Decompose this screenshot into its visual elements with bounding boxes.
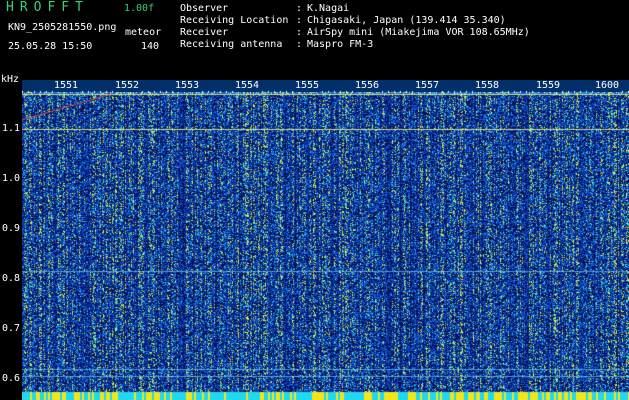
app-version: 1.00f — [124, 3, 155, 14]
time-axis-labels: 1551 1552 1553 1554 1555 1556 1557 1558 … — [22, 80, 629, 92]
time-tick: 1558 — [474, 80, 501, 92]
spectrogram-window: HROFFT 1.00f KN9_2505281550.png meteor 2… — [0, 0, 629, 400]
observer-separator: : — [296, 3, 303, 14]
frequency-tick: 0.6 — [2, 373, 21, 384]
antenna-value: Maspro FM-3 — [307, 39, 374, 50]
time-tick: 1556 — [354, 80, 381, 92]
receiver-label: Receiver — [180, 27, 229, 38]
time-tick: 1552 — [114, 80, 141, 92]
frequency-tick: 1.0 — [2, 173, 21, 184]
spectrogram-canvas — [22, 80, 629, 400]
location-separator: : — [296, 15, 303, 26]
frequency-tick: 0.9 — [2, 223, 21, 234]
antenna-separator: : — [296, 39, 303, 50]
frequency-tick: 1.1 — [2, 123, 21, 134]
location-value: Chigasaki, Japan (139.414 35.340) — [307, 15, 506, 26]
observer-value: K.Nagai — [307, 3, 350, 14]
time-tick: 1555 — [294, 80, 321, 92]
antenna-label: Receiving antenna — [180, 39, 283, 50]
location-label: Receiving Location — [180, 15, 289, 26]
detection-count: 140 — [141, 41, 160, 52]
observer-label: Observer — [180, 3, 229, 14]
frequency-unit-label: kHz — [1, 74, 20, 85]
mode-label: meteor — [125, 27, 162, 38]
time-tick: 1600 — [594, 80, 621, 92]
time-tick: 1553 — [174, 80, 201, 92]
receiver-value: AirSpy mini (Miakejima VOR 108.65MHz) — [307, 27, 530, 38]
time-tick: 1551 — [53, 80, 80, 92]
frequency-tick: 0.8 — [2, 273, 21, 284]
receiver-separator: : — [296, 27, 303, 38]
app-title: HROFFT — [6, 0, 89, 15]
time-tick: 1554 — [234, 80, 261, 92]
date-time: 25.05.28 15:50 — [8, 41, 93, 52]
frequency-tick: 0.7 — [2, 323, 21, 334]
time-tick: 1559 — [535, 80, 562, 92]
time-tick: 1557 — [414, 80, 441, 92]
file-name: KN9_2505281550.png — [8, 22, 117, 33]
